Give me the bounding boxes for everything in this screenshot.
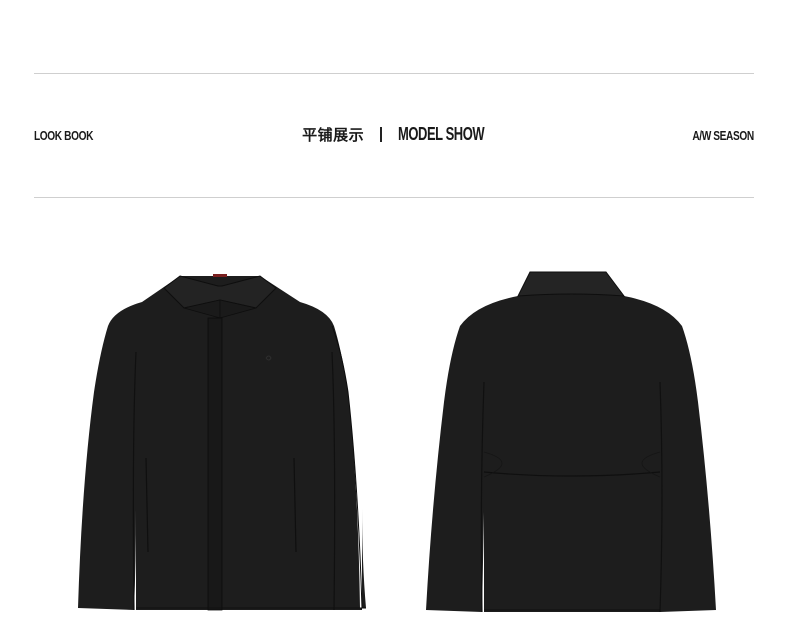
title-separator [380, 127, 383, 142]
bottom-divider [34, 197, 754, 198]
jacket-front-image [78, 274, 366, 611]
section-title-cn: 平铺展示 [302, 126, 365, 144]
top-divider [34, 73, 754, 74]
jacket-back-image [426, 271, 716, 613]
section-title: 平铺展示 MODEL SHOW [0, 124, 790, 145]
season-label: A/W SEASON [692, 128, 755, 143]
section-title-en: MODEL SHOW [398, 124, 485, 144]
